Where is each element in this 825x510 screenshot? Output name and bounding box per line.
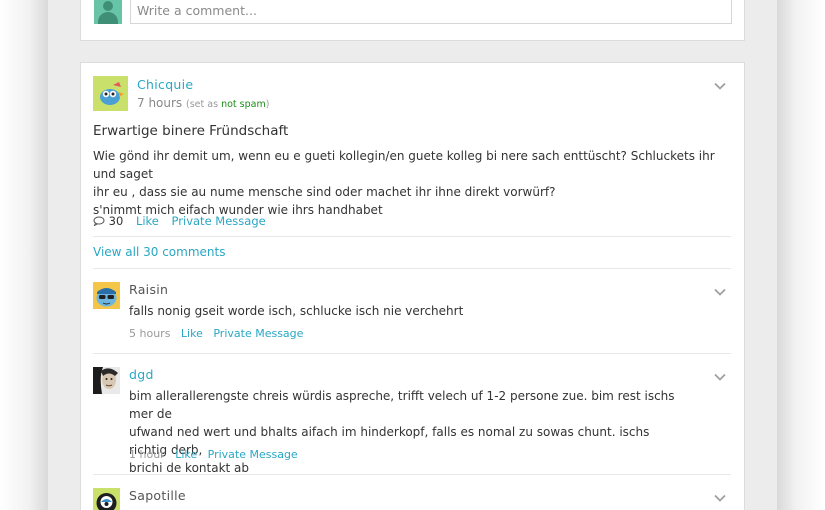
post-body-line: Wie gönd ihr demit um, wenn eu e gueti k… (93, 149, 715, 181)
reply-time: 5 hours (129, 327, 171, 340)
post-body: Wie gönd ihr demit um, wenn eu e gueti k… (93, 147, 733, 219)
reply-like-link[interactable]: Like (175, 448, 197, 461)
divider (93, 268, 731, 269)
post-title: Erwartige binere Fründschaft (93, 123, 289, 139)
divider (93, 353, 731, 354)
feed-page: Chicquie 7 hours (set as not spam) Erwar… (48, 0, 777, 510)
post-body-line: ihr eu , dass sie au nume mensche sind o… (93, 185, 556, 199)
reply-text: bim allerallerengste chreis würdis aspre… (129, 387, 689, 477)
not-spam-link[interactable]: not spam (221, 99, 266, 110)
reply-like-link[interactable]: Like (181, 327, 203, 340)
post-private-message-link[interactable]: Private Message (172, 214, 266, 228)
reply-item: dgd bim allerallerengste chreis würdis a… (93, 367, 733, 475)
post-meta: 7 hours (set as not spam) (137, 96, 269, 110)
page-shadow-right (777, 0, 825, 510)
reply-author-name[interactable]: Raisin (129, 282, 168, 297)
post-author-name[interactable]: Chicquie (137, 77, 193, 92)
post-author-avatar[interactable] (93, 76, 128, 111)
post-like-link[interactable]: Like (136, 214, 159, 228)
reply-menu-chevron-icon[interactable] (713, 370, 727, 384)
speech-bubble-icon (93, 216, 105, 227)
reply-author-name[interactable]: dgd (129, 367, 154, 382)
reply-author-avatar[interactable] (93, 488, 120, 510)
post-actions: 30 Like Private Message (93, 214, 266, 228)
page-shadow-left (0, 0, 48, 510)
comment-count-value: 30 (108, 214, 124, 228)
reply-menu-chevron-icon[interactable] (713, 491, 727, 505)
post-time: 7 hours (137, 96, 183, 110)
set-as-suffix: ) (265, 99, 270, 110)
current-user-avatar (94, 0, 122, 24)
reply-author-avatar[interactable] (93, 282, 120, 309)
reply-author-avatar[interactable] (93, 367, 120, 394)
reply-author-name[interactable]: Sapotille (129, 488, 186, 503)
reply-item: Sapotille (93, 488, 733, 510)
view-all-comments-link[interactable]: View all 30 comments (93, 245, 225, 259)
post-menu-chevron-icon[interactable] (713, 79, 727, 93)
comment-input[interactable] (130, 0, 732, 24)
reply-text: falls nonig gseit worde isch, schlucke i… (129, 304, 464, 318)
previous-post-comment-area (80, 0, 745, 41)
reply-actions: 1 hour Like Private Message (129, 448, 298, 461)
reply-private-message-link[interactable]: Private Message (213, 327, 303, 340)
divider (93, 474, 731, 475)
reply-menu-chevron-icon[interactable] (713, 285, 727, 299)
reply-item: Raisin falls nonig gseit worde isch, sch… (93, 282, 733, 342)
post-card: Chicquie 7 hours (set as not spam) Erwar… (80, 62, 745, 510)
divider (93, 236, 731, 237)
reply-private-message-link[interactable]: Private Message (208, 448, 298, 461)
comment-count[interactable]: 30 (93, 214, 127, 228)
set-as-prefix: (set as (186, 99, 222, 110)
reply-time: 1 hour (129, 448, 165, 461)
reply-actions: 5 hours Like Private Message (129, 327, 303, 340)
reply-text-line: bim allerallerengste chreis würdis aspre… (129, 389, 675, 421)
